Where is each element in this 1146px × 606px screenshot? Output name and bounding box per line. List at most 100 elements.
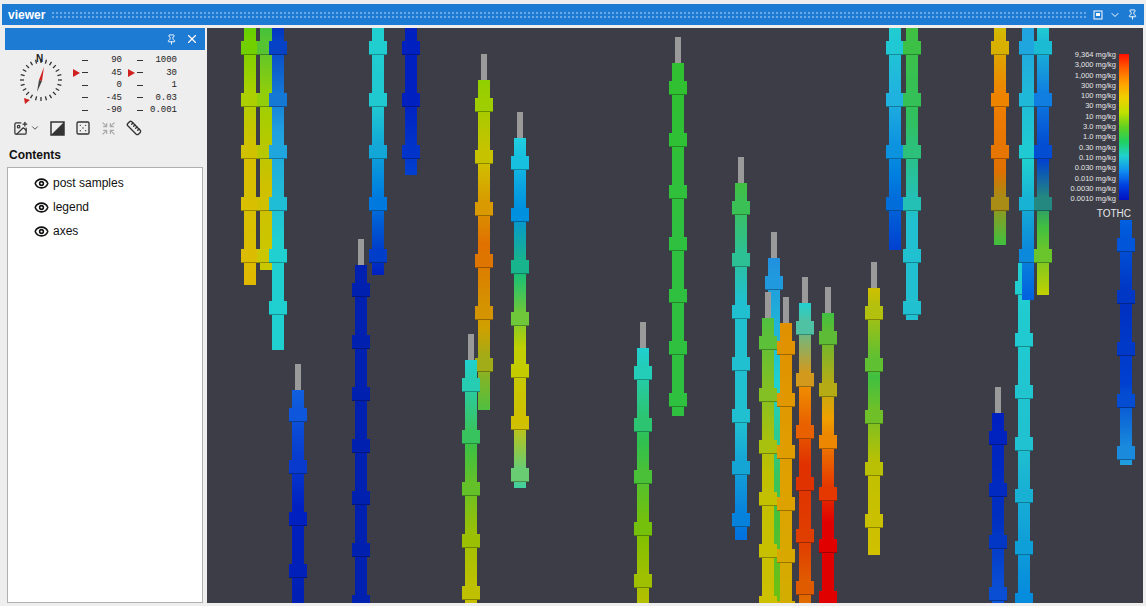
drill-hole[interactable] [991,28,1009,245]
sample-box [989,483,1007,497]
drill-hole[interactable] [759,318,777,603]
drill-hole[interactable] [1117,220,1135,465]
dip-scale[interactable]: 90450-45-90 [73,54,122,117]
drill-hole[interactable] [669,63,687,416]
sample-box [1117,342,1135,356]
tree-item[interactable]: post samples [8,174,202,192]
pin-icon[interactable] [166,34,177,45]
sample-box [269,41,287,55]
toolbar [5,116,205,140]
hole-trace [799,303,811,603]
menu-icon[interactable] [1109,9,1121,21]
scale-row: 0.001 [128,104,177,117]
sample-box [1117,446,1135,460]
sample-box [475,98,493,112]
dropdown-icon[interactable] [30,123,40,133]
scale-marker-icon [73,69,80,77]
legend-label: 3,000 mg/kg [1075,60,1116,70]
sample-box [865,514,883,528]
visibility-eye-icon[interactable] [34,200,49,215]
sample-box [777,601,795,603]
sample-box [669,237,687,251]
drill-hole[interactable] [511,138,529,488]
scale-row: 30 [128,67,177,80]
pin-icon[interactable] [1127,9,1138,20]
sample-box [289,408,307,422]
drill-hole[interactable] [475,80,493,410]
hole-collar [738,157,744,183]
drill-hole[interactable] [369,28,387,275]
drill-hole[interactable] [903,28,921,320]
sample-box [732,305,750,319]
compass[interactable]: N [15,54,67,106]
sample-box [269,249,287,263]
scale-row: -90 [73,104,122,117]
legend-label: 0.0030 mg/kg [1071,184,1116,194]
drill-hole[interactable] [1015,263,1033,603]
sample-box [886,41,904,55]
scale-row: 1 [128,79,177,92]
title-bar[interactable]: viewer [2,4,1144,25]
drill-hole[interactable] [989,413,1007,603]
drill-hole[interactable] [865,288,883,555]
sample-box [511,416,529,430]
sample-box [819,435,837,449]
drill-hole[interactable] [402,28,420,175]
dice-icon[interactable] [75,120,91,136]
hole-collar [771,232,777,258]
drill-hole[interactable] [269,28,287,350]
sample-box [865,462,883,476]
sample-box [865,306,883,320]
legend-title: TOTHC [1097,206,1131,221]
scale-row: -45 [73,92,122,105]
drill-hole[interactable] [352,265,370,603]
sample-box [669,393,687,407]
visibility-eye-icon[interactable] [34,224,49,239]
ruler-icon[interactable] [126,120,142,136]
hole-collar [995,387,1001,413]
sample-box [1034,41,1052,55]
sample-box [903,145,921,159]
sample-box [732,409,750,423]
float-icon[interactable] [1093,10,1103,20]
drill-hole[interactable] [796,303,814,603]
add-image-icon[interactable] [13,121,28,136]
tree-item[interactable]: axes [8,222,202,240]
drill-hole[interactable] [819,313,837,603]
sample-box [269,301,287,315]
legend-label: 30 mg/kg [1085,101,1116,111]
sample-box [759,440,777,454]
drill-hole[interactable] [886,28,904,250]
sample-box [759,544,777,558]
window-title: viewer [8,6,45,24]
sidebar-header [5,28,205,50]
drill-hole[interactable] [634,348,652,603]
sample-box [903,301,921,315]
hole-collar [765,292,771,318]
shade-icon[interactable] [50,121,65,136]
sample-box [1034,145,1052,159]
drill-hole[interactable] [732,183,750,540]
sample-box [989,535,1007,549]
drill-hole[interactable] [777,323,795,603]
sample-box [732,201,750,215]
sample-box [1034,249,1052,263]
scale-row: 0 [73,79,122,92]
drill-hole[interactable] [289,390,307,603]
sample-box [402,41,420,55]
drill-hole[interactable] [462,360,480,603]
drill-hole[interactable] [1034,28,1052,295]
scale-row: 1000 [128,54,177,67]
viewport[interactable]: 9,364 mg/kg3,000 mg/kg1,000 mg/kg300 mg/… [207,28,1143,603]
close-icon[interactable] [185,32,199,46]
sample-box [634,470,652,484]
sample-box [865,410,883,424]
sample-box [369,145,387,159]
sample-box [1034,197,1052,211]
sample-box [777,497,795,511]
value-scale[interactable]: 10003010.030.001 [128,54,177,117]
sample-box [462,482,480,496]
sample-box [1015,385,1033,399]
visibility-eye-icon[interactable] [34,176,49,191]
tree-item[interactable]: legend [8,198,202,216]
